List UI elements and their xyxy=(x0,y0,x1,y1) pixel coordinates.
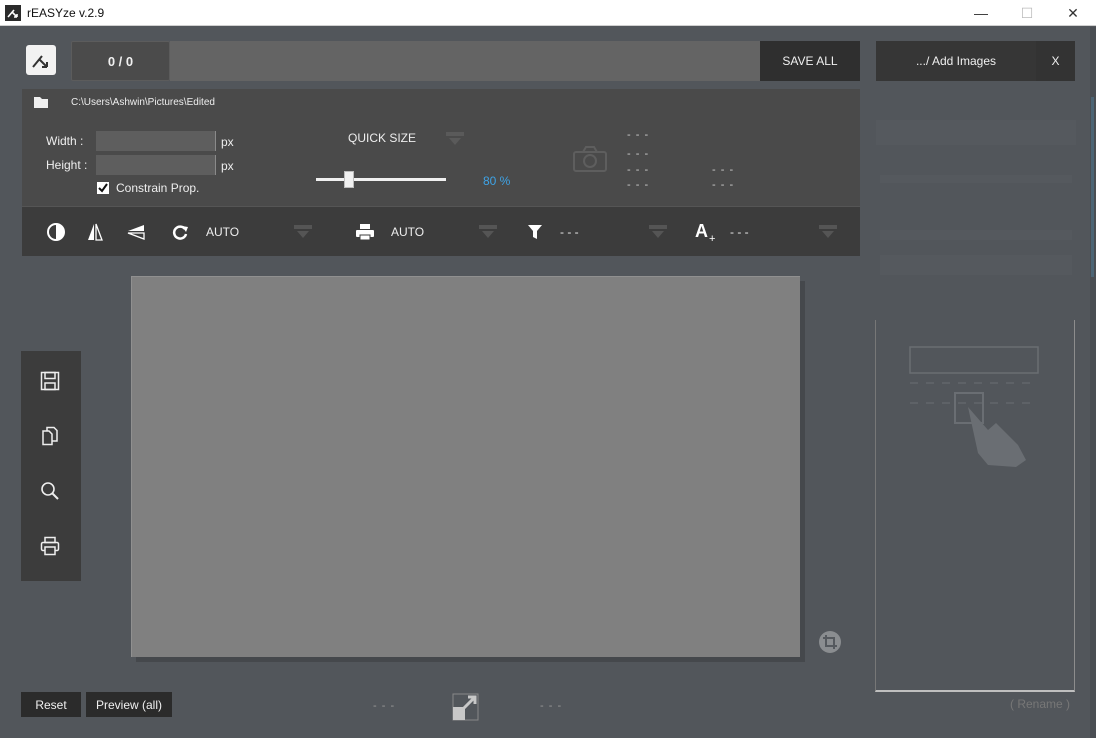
drag-drop-hand-icon xyxy=(909,346,1039,467)
image-preview-area[interactable] xyxy=(131,276,800,657)
list-row xyxy=(880,175,1072,183)
constrain-checkbox[interactable] xyxy=(97,182,109,194)
info-value: - - - xyxy=(712,179,735,191)
printer-icon xyxy=(356,224,374,241)
window-title: rEASYze v.2.9 xyxy=(27,6,105,20)
list-row xyxy=(880,255,1072,275)
clear-images-button[interactable]: X xyxy=(1036,41,1075,81)
zoom-button[interactable] xyxy=(39,480,61,502)
print-button[interactable] xyxy=(39,535,61,557)
quick-size-slider-track[interactable] xyxy=(316,178,446,181)
copy-button[interactable] xyxy=(39,425,61,447)
maximize-button[interactable]: ☐ xyxy=(1004,0,1050,26)
list-row xyxy=(876,120,1076,145)
save-icon xyxy=(40,371,60,391)
original-dimensions: - - - xyxy=(373,700,396,712)
settings-panel: C:\Users\Ashwin\Pictures\Edited Width : … xyxy=(22,89,860,206)
rotate-icon xyxy=(172,225,188,240)
quick-size-percent: 80 % xyxy=(483,174,511,188)
height-unit: px xyxy=(221,159,234,173)
flip-horizontal-button[interactable] xyxy=(85,222,105,242)
height-label: Height : xyxy=(46,158,88,172)
add-text-button[interactable]: A + xyxy=(694,221,720,243)
info-value: - - - xyxy=(627,129,650,141)
zoom-icon xyxy=(41,482,59,500)
rotate-value: AUTO xyxy=(206,225,240,239)
filter-button[interactable] xyxy=(525,222,545,242)
folder-icon[interactable] xyxy=(34,97,48,108)
output-path[interactable]: C:\Users\Ashwin\Pictures\Edited xyxy=(71,97,215,108)
text-value: - - - xyxy=(730,225,749,239)
camera-icon xyxy=(573,146,607,172)
image-counter: 0 / 0 xyxy=(71,41,170,81)
save-all-button[interactable]: SAVE ALL xyxy=(760,41,860,81)
scroll-indicator xyxy=(1091,97,1094,277)
print-icon xyxy=(40,536,60,556)
info-value: - - - xyxy=(627,148,650,160)
contrast-icon xyxy=(47,223,65,241)
preview-all-button[interactable]: Preview (all) xyxy=(86,692,172,717)
reset-button[interactable]: Reset xyxy=(21,692,81,717)
quick-size-slider-thumb[interactable] xyxy=(343,171,354,188)
app-logo-icon xyxy=(5,5,21,21)
save-button[interactable] xyxy=(39,370,61,392)
info-value: - - - xyxy=(712,164,735,176)
height-input[interactable] xyxy=(96,155,216,175)
filter-dropdown-icon[interactable] xyxy=(648,225,668,239)
add-images-button[interactable]: .../ Add Images xyxy=(876,41,1036,81)
crop-icon xyxy=(823,635,837,649)
info-value: - - - xyxy=(627,164,650,176)
title-bar: rEASYze v.2.9 — ☐ ✕ xyxy=(0,0,1096,26)
filter-value: - - - xyxy=(560,225,579,239)
print-dropdown-icon[interactable] xyxy=(478,225,498,239)
add-text-icon: A + xyxy=(695,221,715,243)
side-toolbar xyxy=(21,351,81,581)
quick-size-dropdown-icon[interactable] xyxy=(445,132,465,146)
resize-logo-icon xyxy=(32,55,48,68)
svg-text:+: + xyxy=(709,233,715,243)
close-icon: ✕ xyxy=(1067,4,1079,21)
minimize-button[interactable]: — xyxy=(958,0,1004,26)
width-input[interactable] xyxy=(96,131,216,151)
checkmark-icon xyxy=(98,183,108,193)
new-dimensions: - - - xyxy=(540,700,563,712)
minimize-icon: — xyxy=(974,5,988,21)
list-row xyxy=(880,230,1072,240)
output-path-row: C:\Users\Ashwin\Pictures\Edited xyxy=(22,89,860,115)
print-size-button[interactable] xyxy=(355,222,375,242)
crop-button[interactable] xyxy=(819,631,841,653)
contrast-button[interactable] xyxy=(46,222,66,242)
svg-text:A: A xyxy=(695,221,708,241)
quick-size-label: QUICK SIZE xyxy=(348,131,417,145)
copy-icon xyxy=(42,426,58,446)
edit-toolbar: AUTO AUTO - - - A + - - - xyxy=(22,206,860,256)
rotate-dropdown-icon[interactable] xyxy=(293,225,313,239)
flip-vertical-button[interactable] xyxy=(126,222,146,242)
app-logo-button[interactable] xyxy=(26,45,56,75)
constrain-label: Constrain Prop. xyxy=(116,181,200,195)
text-dropdown-icon[interactable] xyxy=(818,225,838,239)
print-value: AUTO xyxy=(391,225,425,239)
flip-vertical-icon xyxy=(127,225,145,240)
progress-bar xyxy=(170,41,760,81)
filter-icon xyxy=(528,225,542,239)
width-label: Width : xyxy=(46,134,84,148)
resize-compare-icon xyxy=(452,693,479,721)
flip-horizontal-icon xyxy=(88,223,103,241)
window-right-edge xyxy=(1090,27,1096,738)
maximize-icon: ☐ xyxy=(1020,4,1034,21)
rename-button[interactable]: ( Rename ) xyxy=(1010,697,1070,711)
info-value: - - - xyxy=(627,179,650,191)
close-window-button[interactable]: ✕ xyxy=(1050,0,1096,26)
width-unit: px xyxy=(221,135,234,149)
rotate-button[interactable] xyxy=(170,222,190,242)
